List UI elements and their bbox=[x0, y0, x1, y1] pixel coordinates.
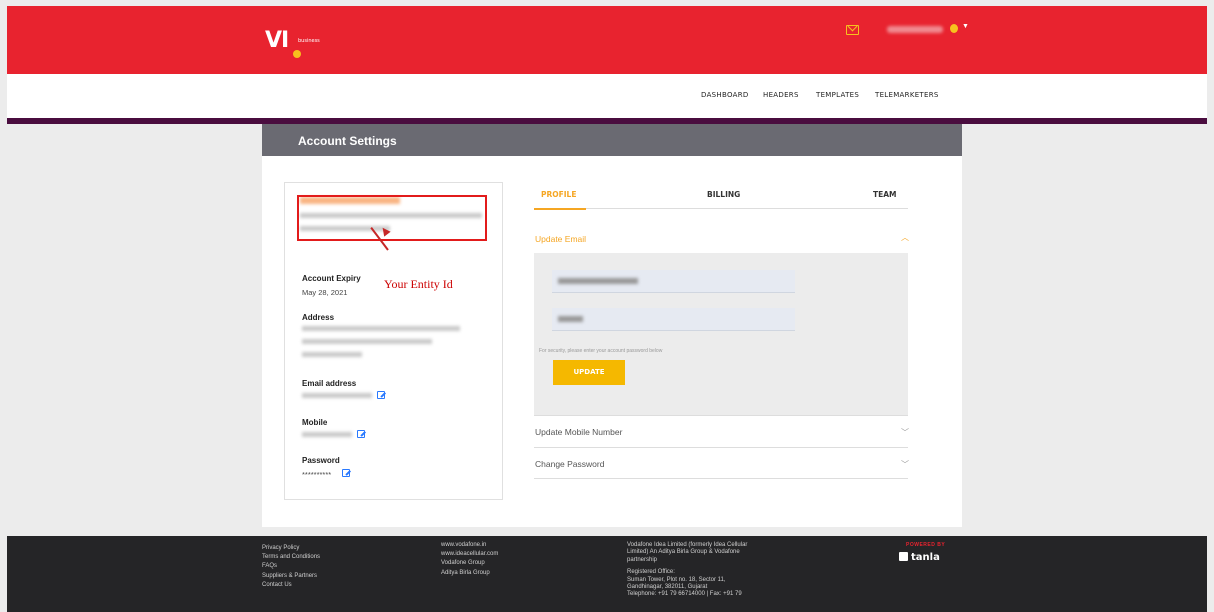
logo-text: VI bbox=[265, 28, 289, 53]
company-line: Gandhinagar, 382011, Gujarat bbox=[627, 584, 708, 591]
footer-link[interactable]: www.ideacellular.com bbox=[441, 550, 498, 559]
company-line: Suman Tower, Plot no. 18, Sector 11, bbox=[627, 576, 726, 583]
password-input[interactable] bbox=[552, 308, 795, 331]
tab-profile[interactable]: PROFILE bbox=[541, 190, 576, 199]
password-value: ********** bbox=[302, 470, 332, 479]
page-title: Account Settings bbox=[262, 124, 962, 156]
email-input-value bbox=[558, 278, 638, 284]
password-label: Password bbox=[302, 456, 340, 465]
chevron-down-icon[interactable]: ﹀ bbox=[901, 427, 909, 438]
tanla-logo[interactable]: tanla bbox=[899, 552, 940, 563]
mail-icon[interactable] bbox=[846, 25, 859, 35]
divider bbox=[534, 415, 908, 416]
logo-subtext: business bbox=[298, 38, 320, 44]
account-summary-panel: Your Entity Id Account Expiry May 28, 20… bbox=[284, 182, 503, 500]
change-password-toggle[interactable]: Change Password bbox=[535, 459, 604, 469]
divider bbox=[534, 478, 908, 479]
footer-link[interactable]: Terms and Conditions bbox=[262, 553, 320, 562]
email-label: Email address bbox=[302, 379, 357, 388]
expiry-value: May 28, 2021 bbox=[302, 288, 348, 297]
company-line: Registered Office: bbox=[627, 569, 675, 576]
edit-email-icon[interactable] bbox=[377, 391, 385, 399]
address-line-3 bbox=[302, 352, 362, 357]
footer-link[interactable]: Aditya Birla Group bbox=[441, 569, 498, 578]
edit-password-icon[interactable] bbox=[342, 469, 350, 477]
settings-tabs: PROFILE BILLING TEAM bbox=[534, 184, 908, 210]
chevron-up-icon[interactable]: ︿ bbox=[901, 232, 909, 243]
edit-mobile-icon[interactable] bbox=[357, 430, 365, 438]
nav-dashboard[interactable]: DASHBOARD bbox=[701, 91, 749, 99]
divider bbox=[534, 447, 908, 448]
address-line-2 bbox=[302, 339, 432, 344]
powered-by-label: POWERED BY bbox=[906, 542, 946, 548]
main-nav: DASHBOARD HEADERS TEMPLATES TELEMARKETER… bbox=[7, 74, 1207, 118]
address-label: Address bbox=[302, 313, 335, 322]
tab-billing[interactable]: BILLING bbox=[707, 190, 740, 199]
mobile-label: Mobile bbox=[302, 418, 328, 427]
address-line-1 bbox=[302, 326, 460, 331]
email-input[interactable] bbox=[552, 270, 795, 293]
footer-links: Privacy Policy Terms and Conditions FAQs… bbox=[262, 544, 320, 590]
user-icon[interactable] bbox=[950, 24, 958, 33]
nav-headers[interactable]: HEADERS bbox=[763, 91, 799, 99]
entity-id-annotation: Your Entity Id bbox=[384, 277, 453, 291]
footer-link[interactable]: Contact Us bbox=[262, 581, 320, 590]
update-email-toggle[interactable]: Update Email bbox=[535, 234, 586, 244]
nav-templates[interactable]: TEMPLATES bbox=[816, 91, 859, 99]
chevron-down-icon[interactable]: ﹀ bbox=[901, 459, 909, 470]
update-button[interactable]: UPDATE bbox=[553, 360, 625, 385]
footer-company-info: Vodafone Idea Limited (formerly Idea Cel… bbox=[627, 542, 747, 599]
chevron-down-icon[interactable]: ▼ bbox=[962, 23, 969, 30]
company-line: Telephone: +91 79 66714000 | Fax: +91 79 bbox=[627, 591, 742, 598]
footer-link[interactable]: Privacy Policy bbox=[262, 544, 320, 553]
nav-telemarketers[interactable]: TELEMARKETERS bbox=[875, 91, 939, 99]
tab-team[interactable]: TEAM bbox=[873, 190, 897, 199]
account-settings-card: Account Settings Your Entity Id Account … bbox=[262, 124, 962, 527]
footer: Privacy Policy Terms and Conditions FAQs… bbox=[7, 536, 1207, 612]
mobile-value-blurred bbox=[302, 432, 352, 437]
footer-link[interactable]: Suppliers & Partners bbox=[262, 572, 320, 581]
tanla-icon bbox=[899, 552, 908, 561]
entity-id-highlight bbox=[297, 195, 487, 241]
security-hint: For security, please enter your account … bbox=[539, 348, 663, 354]
expiry-label: Account Expiry bbox=[302, 274, 361, 283]
vi-logo[interactable]: VI business bbox=[265, 28, 320, 58]
footer-link[interactable]: Vodafone Group bbox=[441, 559, 498, 568]
footer-sites: www.vodafone.in www.ideacellular.com Vod… bbox=[441, 541, 498, 578]
top-header: VI business ▼ bbox=[7, 6, 1207, 74]
password-input-value bbox=[558, 316, 583, 322]
company-line: Vodafone Idea Limited (formerly Idea Cel… bbox=[627, 542, 748, 548]
user-name-blurred[interactable] bbox=[887, 26, 943, 33]
logo-dot bbox=[293, 50, 301, 58]
tanla-text: tanla bbox=[911, 552, 940, 563]
company-line: partnership bbox=[627, 556, 658, 563]
company-line: Limited) An Aditya Birla Group & Vodafon… bbox=[627, 549, 740, 556]
footer-link[interactable]: FAQs bbox=[262, 562, 320, 571]
email-value-blurred bbox=[302, 393, 372, 398]
update-email-panel: For security, please enter your account … bbox=[534, 253, 908, 415]
active-tab-indicator bbox=[534, 208, 586, 210]
update-mobile-toggle[interactable]: Update Mobile Number bbox=[535, 427, 622, 437]
footer-link[interactable]: www.vodafone.in bbox=[441, 541, 498, 550]
